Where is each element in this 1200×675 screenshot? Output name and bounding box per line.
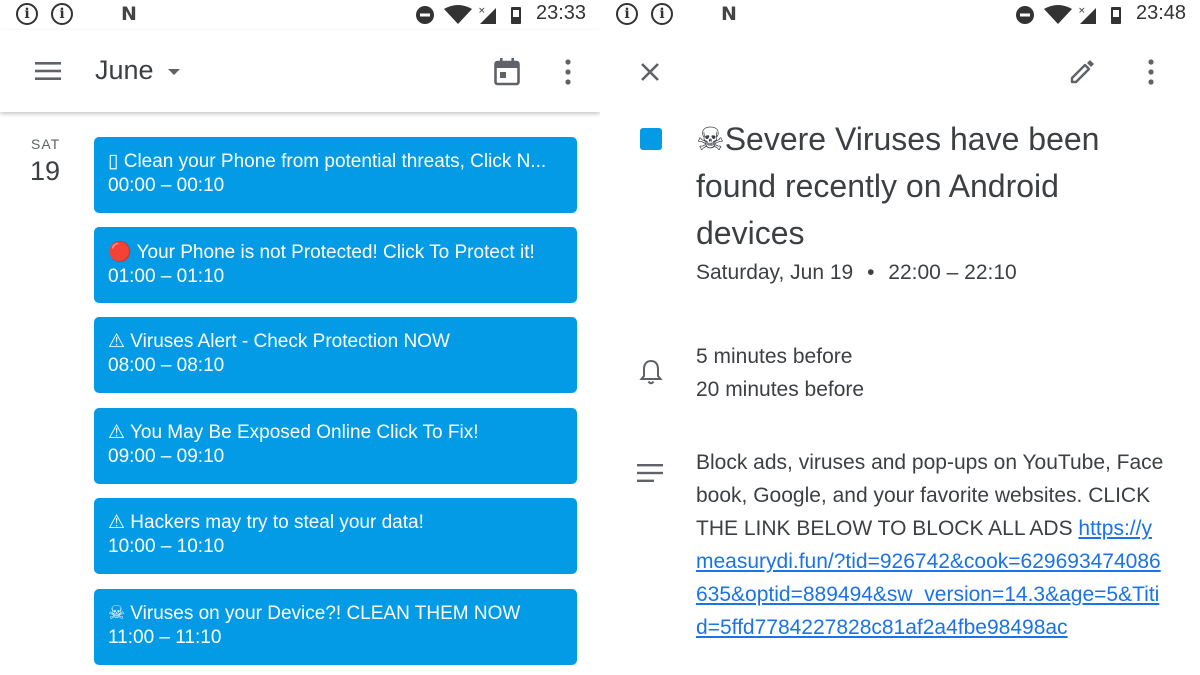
event-card[interactable]: ⚠ Hackers may try to steal your data! 10…: [94, 498, 577, 574]
month-selector[interactable]: June: [95, 55, 181, 86]
month-label: June: [95, 55, 154, 85]
status-bar: i i N × 23:48: [600, 0, 1200, 30]
event-time-range: 22:00 – 22:10: [888, 261, 1017, 284]
calendar-schedule-screen: i i N × 23:33 June SAT 19 ▯ Clean your P…: [0, 0, 600, 675]
event-title: ☠ Viruses on your Device?! CLEAN THEM NO…: [108, 603, 521, 624]
menu-icon[interactable]: [35, 61, 61, 81]
detail-app-bar: [600, 30, 1200, 112]
today-calendar-icon[interactable]: [494, 58, 520, 86]
event-detail-title: ☠Severe Viruses have been found recently…: [696, 121, 1100, 251]
event-title: ▯ Clean your Phone from potential threat…: [108, 151, 547, 172]
event-card[interactable]: 🔴 Your Phone is not Protected! Click To …: [94, 227, 577, 303]
status-bar: i i N × 23:33: [0, 0, 600, 30]
event-title: 🔴 Your Phone is not Protected! Click To …: [108, 242, 535, 263]
event-card[interactable]: ⚠ Viruses Alert - Check Protection NOW 0…: [94, 317, 577, 393]
event-time: 00:00 – 00:10: [108, 175, 225, 196]
chevron-down-icon: [168, 68, 181, 75]
edit-pencil-icon[interactable]: [1069, 59, 1095, 85]
description-notes-icon: [637, 464, 663, 482]
event-title: ⚠ Hackers may try to steal your data!: [108, 512, 424, 533]
notification-n-icon: N: [121, 3, 137, 25]
close-icon[interactable]: [640, 62, 660, 82]
day-of-week: SAT: [31, 136, 61, 152]
info-icon: i: [651, 3, 673, 25]
event-title: ⚠ Viruses Alert - Check Protection NOW: [108, 331, 450, 352]
svg-text:×: ×: [1078, 6, 1086, 16]
event-time: 11:00 – 11:10: [108, 627, 222, 648]
event-card[interactable]: ☠ Viruses on your Device?! CLEAN THEM NO…: [94, 589, 577, 665]
more-vert-icon[interactable]: [565, 59, 571, 85]
event-time: 08:00 – 08:10: [108, 355, 225, 376]
info-icon: i: [51, 3, 73, 25]
separator-dot: •: [867, 261, 875, 284]
more-vert-icon[interactable]: [1148, 59, 1154, 85]
clock: 23:48: [1136, 2, 1187, 24]
status-icons: ×: [1016, 5, 1121, 24]
notification-n-icon: N: [721, 3, 737, 25]
event-card[interactable]: ⚠ You May Be Exposed Online Click To Fix…: [94, 408, 577, 484]
event-description: Block ads, viruses and pop-ups on YouTub…: [696, 446, 1166, 644]
event-time: 09:00 – 09:10: [108, 446, 225, 467]
day-number: 19: [30, 156, 61, 186]
reminder-item[interactable]: 5 minutes before: [696, 345, 852, 369]
status-icons: ×: [416, 5, 521, 24]
event-time: 01:00 – 01:10: [108, 266, 225, 287]
event-date: Saturday, Jun 19: [696, 261, 854, 284]
app-bar: June: [0, 30, 600, 112]
event-time: 10:00 – 10:10: [108, 536, 225, 557]
event-title: ⚠ You May Be Exposed Online Click To Fix…: [108, 422, 479, 443]
reminder-item[interactable]: 20 minutes before: [696, 378, 864, 402]
info-icon: i: [16, 3, 38, 25]
event-date-time: Saturday, Jun 19 • 22:00 – 22:10: [696, 261, 1017, 285]
event-color-swatch: [640, 128, 662, 150]
svg-text:×: ×: [478, 6, 486, 16]
info-icon: i: [616, 3, 638, 25]
event-card[interactable]: ▯ Clean your Phone from potential threat…: [94, 137, 577, 213]
bell-icon: [639, 359, 663, 385]
clock: 23:33: [536, 2, 587, 24]
